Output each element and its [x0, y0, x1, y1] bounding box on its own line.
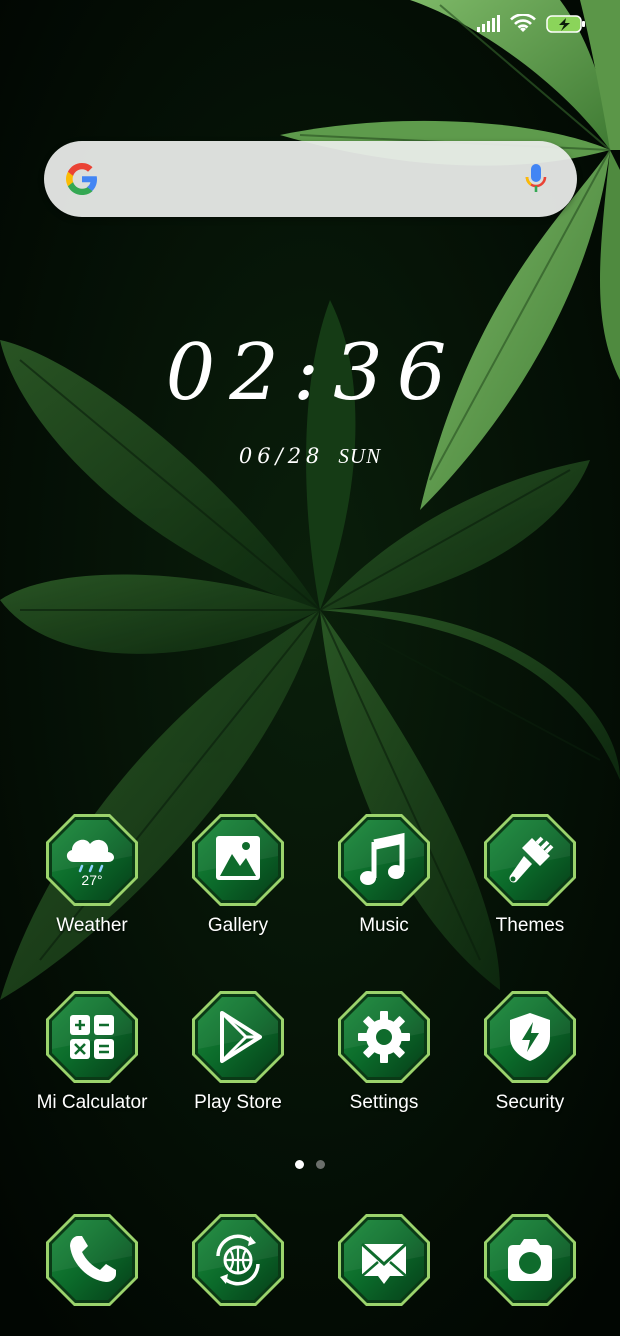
home-screen: 02:36 06/28 SUN 27° Weather Gallery Musi… [0, 0, 620, 1336]
google-search-bar[interactable] [44, 141, 577, 217]
date-value: 06/28 [238, 444, 325, 468]
play-store-icon [190, 989, 286, 1085]
wifi-icon [510, 14, 536, 32]
app-security[interactable]: Security [457, 989, 603, 1115]
app-weather[interactable]: 27° Weather [19, 812, 165, 938]
music-icon [336, 812, 432, 908]
calculator-icon [44, 989, 140, 1085]
dock-camera[interactable] [457, 1212, 603, 1308]
google-logo-icon [66, 163, 97, 195]
weekday: SUN [338, 444, 382, 468]
app-label: Gallery [207, 915, 269, 936]
mic-icon[interactable] [525, 163, 547, 197]
clock-date: 06/28 SUN [0, 442, 620, 470]
app-themes[interactable]: Themes [457, 812, 603, 938]
app-music[interactable]: Music [311, 812, 457, 938]
app-label: Play Store [194, 1092, 282, 1113]
page-indicator [0, 1160, 620, 1169]
phone-icon [44, 1212, 140, 1308]
signal-icon [477, 15, 500, 32]
settings-gear-icon [336, 989, 432, 1085]
dock-phone[interactable] [19, 1212, 165, 1308]
camera-icon [482, 1212, 578, 1308]
app-play-store[interactable]: Play Store [165, 989, 311, 1115]
app-gallery[interactable]: Gallery [165, 812, 311, 938]
browser-globe-icon [190, 1212, 286, 1308]
app-label: Weather [56, 915, 128, 936]
weather-temperature: 27° [81, 872, 103, 888]
status-bar [476, 14, 586, 34]
page-dot-active[interactable] [295, 1160, 304, 1169]
battery-charging-icon [546, 15, 585, 33]
weather-cloud-icon [44, 812, 140, 908]
dock-messages[interactable] [311, 1212, 457, 1308]
messages-icon [336, 1212, 432, 1308]
app-mi-calculator[interactable]: Mi Calculator [19, 989, 165, 1115]
gallery-icon [190, 812, 286, 908]
app-settings[interactable]: Settings [311, 989, 457, 1115]
security-shield-icon [482, 989, 578, 1085]
app-label: Music [359, 915, 409, 936]
app-label: Settings [349, 1092, 419, 1113]
dock-browser[interactable] [165, 1212, 311, 1308]
themes-brush-icon [482, 812, 578, 908]
app-label: Themes [495, 915, 565, 936]
clock-time[interactable]: 02:36 [0, 330, 620, 416]
app-label: Mi Calculator [36, 1092, 148, 1113]
app-label: Security [495, 1092, 565, 1113]
page-dot[interactable] [316, 1160, 325, 1169]
